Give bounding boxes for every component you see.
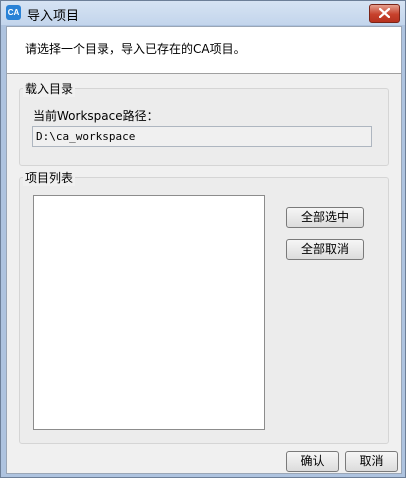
- window-title: 导入项目: [27, 9, 80, 24]
- title-bar[interactable]: CA 导入项目: [1, 1, 405, 25]
- app-logo-icon: CA: [6, 5, 21, 20]
- confirm-button[interactable]: 确认: [286, 451, 339, 472]
- header-description: 请选择一个目录，导入已存在的CA项目。: [25, 42, 246, 56]
- deselect-all-button[interactable]: 全部取消: [286, 239, 364, 260]
- workspace-path-label: 当前Workspace路径：: [33, 109, 159, 123]
- project-list[interactable]: [33, 195, 265, 430]
- workspace-path-field[interactable]: D:\ca_workspace: [32, 126, 372, 147]
- import-project-dialog: CA 导入项目 请选择一个目录，导入已存在的CA项目。 载入目录 当前Works…: [0, 0, 406, 478]
- close-icon: [379, 8, 390, 18]
- cancel-button[interactable]: 取消: [345, 451, 398, 472]
- header-panel: 请选择一个目录，导入已存在的CA项目。: [7, 27, 401, 74]
- project-list-group-title: 项目列表: [23, 169, 76, 186]
- dialog-body: 请选择一个目录，导入已存在的CA项目。 载入目录 当前Workspace路径： …: [6, 26, 402, 474]
- close-button[interactable]: [369, 4, 400, 23]
- load-directory-group-title: 载入目录: [23, 80, 76, 97]
- select-all-button[interactable]: 全部选中: [286, 207, 364, 228]
